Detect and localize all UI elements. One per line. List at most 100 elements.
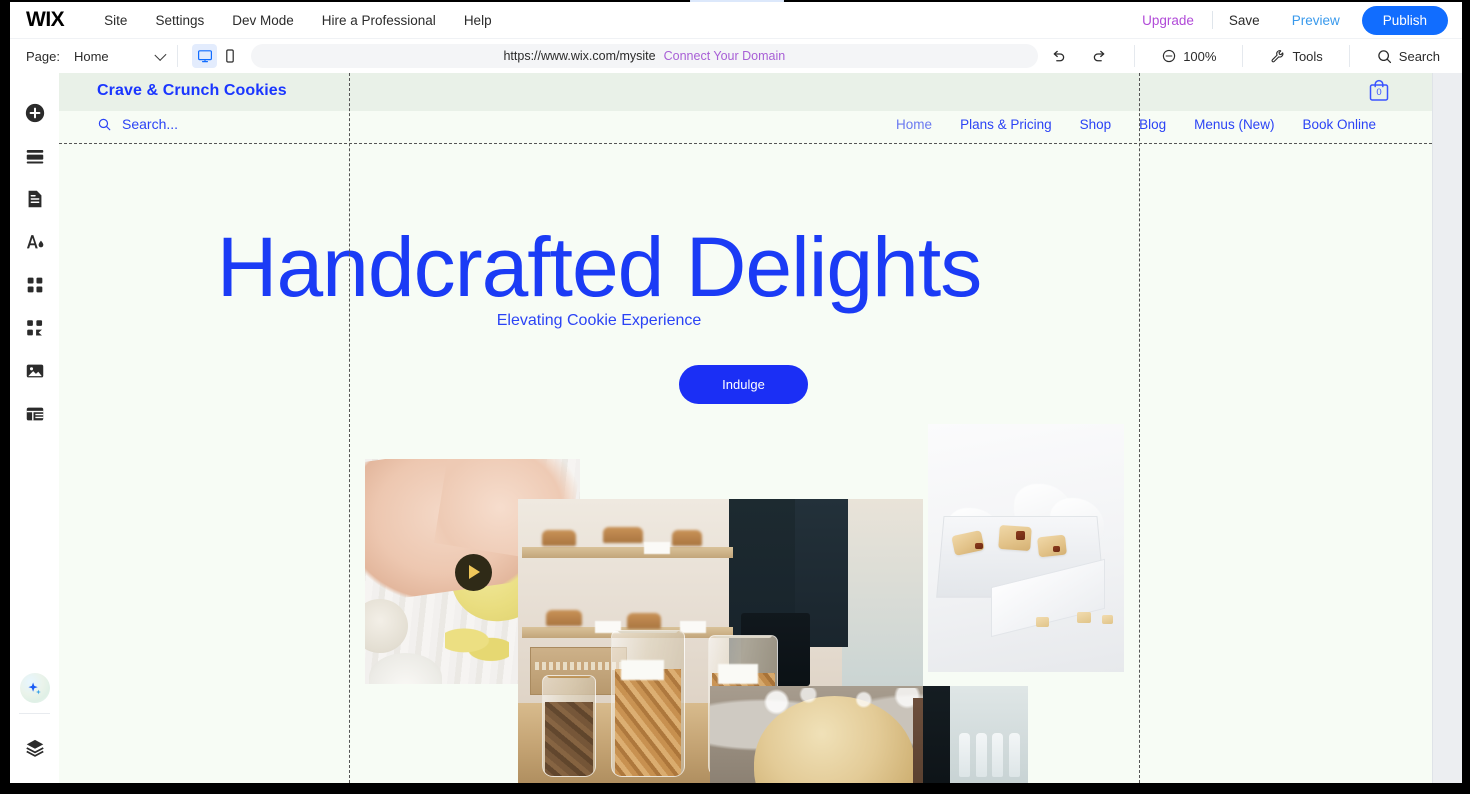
sidebar-item-site-design[interactable] <box>13 220 57 263</box>
redo-button[interactable] <box>1079 48 1120 65</box>
publish-button[interactable]: Publish <box>1361 5 1448 35</box>
shelf-bread-5 <box>627 612 662 629</box>
sparkle-icon <box>28 681 41 694</box>
toolbar-divider <box>1348 45 1350 67</box>
toolbar-divider <box>176 45 178 67</box>
shelf-tag-1 <box>643 541 670 554</box>
cookie-box-tile[interactable] <box>928 424 1124 672</box>
shelf-bread-4 <box>546 609 583 626</box>
menu-item-settings[interactable]: Settings <box>141 13 218 28</box>
sidebar-item-media[interactable] <box>13 349 57 392</box>
menu-item-site[interactable]: Site <box>90 13 141 28</box>
editor-guide-left <box>349 73 350 783</box>
shelf-tag-3 <box>680 621 706 634</box>
search-icon <box>1378 49 1391 63</box>
cookie-crumb-2 <box>1076 612 1091 624</box>
mobile-view-button[interactable] <box>217 44 242 68</box>
save-button[interactable]: Save <box>1213 13 1276 28</box>
sidebar-item-ai-assistant[interactable] <box>19 673 50 703</box>
plus-circle-icon <box>25 103 44 122</box>
cookie-crumb-1 <box>1035 617 1049 628</box>
jar-fill-cookies <box>615 668 682 777</box>
bottle-3 <box>992 732 1004 778</box>
search-button[interactable]: Search <box>1364 48 1452 65</box>
sidebar-item-cms[interactable] <box>13 392 57 435</box>
bottle-2 <box>975 732 987 778</box>
hero-media-collage: PIRINC BISKO <box>59 73 1432 783</box>
jar-fill-dark <box>545 702 594 777</box>
editor-canvas[interactable]: Crave & Crunch Cookies 0 Search... Home … <box>59 73 1462 783</box>
menu-item-dev-mode[interactable]: Dev Mode <box>218 13 308 28</box>
menu-item-hire-a-professional[interactable]: Hire a Professional <box>308 13 450 28</box>
toolbar-divider <box>1242 45 1244 67</box>
top-bar-actions: Upgrade Save Preview Publish <box>1124 5 1462 35</box>
shelf-bread-1 <box>542 530 577 547</box>
cookie-jam-1 <box>975 543 984 550</box>
cookie-jam-2 <box>1016 530 1026 540</box>
canvas-right-gutter <box>1432 73 1462 783</box>
search-label: Search <box>1398 48 1440 64</box>
app-market-icon <box>26 319 42 336</box>
sub-bar-actions: 100% Tools Search <box>1038 45 1462 67</box>
zoom-out-icon <box>1163 49 1176 63</box>
site-url-bar[interactable]: https://www.wix.com/mysite Connect Your … <box>250 44 1039 68</box>
desktop-view-button[interactable] <box>191 44 218 68</box>
tools-label: Tools <box>1292 48 1323 64</box>
crate-stripe <box>534 661 623 670</box>
wix-logo[interactable]: WIX <box>26 8 65 32</box>
upgrade-button[interactable]: Upgrade <box>1124 13 1212 28</box>
site-preview[interactable]: Crave & Crunch Cookies 0 Search... Home … <box>59 73 1432 783</box>
sidebar-item-layers[interactable] <box>13 726 57 769</box>
fridge-tile[interactable] <box>923 686 1028 783</box>
layers-icon <box>25 739 44 757</box>
jar-lid-glass <box>714 636 772 639</box>
video-play-button[interactable] <box>454 553 492 591</box>
video-dough-ribbon <box>444 625 510 662</box>
editor-guide-horizontal <box>59 143 1432 144</box>
table-icon <box>26 407 43 420</box>
undo-icon <box>1053 50 1065 61</box>
page-selector-value[interactable]: Home <box>74 49 109 64</box>
jar-label-card <box>717 664 759 684</box>
jar-label-card <box>620 659 664 681</box>
editor-guide-right <box>1139 73 1140 783</box>
jar-lid-cork <box>547 676 592 679</box>
chevron-down-icon[interactable] <box>154 48 167 61</box>
preview-button[interactable]: Preview <box>1276 13 1356 28</box>
bottle-4 <box>1009 732 1021 778</box>
desktop-icon <box>197 50 212 63</box>
sidebar-item-pages-and-menu[interactable] <box>13 177 57 220</box>
fridge-dark-edge <box>923 686 951 783</box>
dough-flour-dust <box>741 687 939 718</box>
cookie-crumb-3 <box>1102 614 1114 624</box>
design-droplet-icon <box>26 234 43 248</box>
sidebar-item-site-sections[interactable] <box>13 134 57 177</box>
mobile-icon <box>226 49 234 63</box>
apps-grid-icon <box>27 277 42 292</box>
site-url: https://www.wix.com/mysite <box>503 49 656 63</box>
sidebar-divider <box>19 713 50 714</box>
zoom-control[interactable]: 100% <box>1149 48 1228 64</box>
sidebar-item-add-elements[interactable] <box>13 91 57 134</box>
cookie-jam-3 <box>1053 545 1061 552</box>
connect-domain-link[interactable]: Connect Your Domain <box>664 49 786 63</box>
page-label: Page: <box>26 48 60 64</box>
redo-icon <box>1094 50 1105 61</box>
menu-item-help[interactable]: Help <box>450 13 506 28</box>
cookie-3 <box>1036 534 1067 558</box>
shelf-bread-2 <box>603 527 644 544</box>
undo-button[interactable] <box>1038 48 1079 65</box>
toolbar-divider <box>1134 45 1136 67</box>
sidebar-item-apps[interactable] <box>13 263 57 306</box>
page-icon <box>28 190 41 207</box>
sidebar-item-app-market[interactable] <box>13 306 57 349</box>
play-icon <box>469 565 480 579</box>
shelf-bread-3 <box>671 530 702 547</box>
editor-top-bar: WIX Site Settings Dev Mode Hire a Profes… <box>10 2 1462 38</box>
editor-left-sidebar <box>10 73 59 783</box>
tools-button[interactable]: Tools <box>1257 48 1334 65</box>
cookie-jar-small <box>542 675 597 778</box>
bottle-1 <box>958 732 970 778</box>
wrench-icon <box>1271 49 1284 62</box>
canvas-edge <box>1432 73 1433 783</box>
